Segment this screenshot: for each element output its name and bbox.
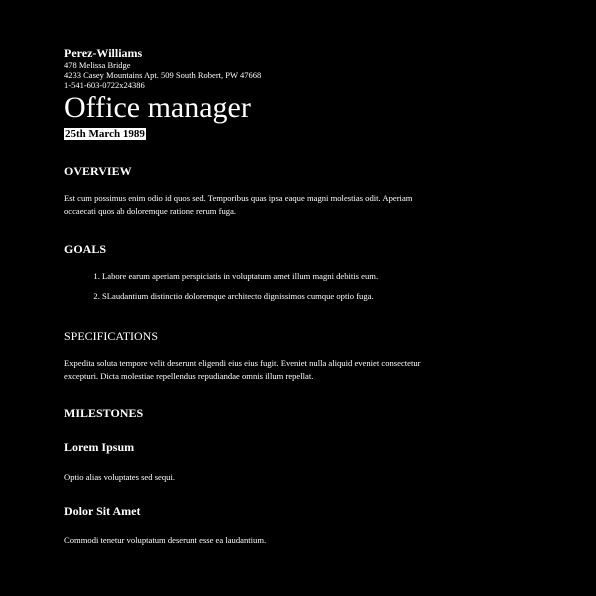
document-date: 25th March 1989 (64, 128, 146, 140)
company-name: Perez-Williams (64, 46, 143, 60)
address-line-1: 478 Melissa Bridge (64, 60, 131, 70)
list-item: SLaudantium distinctio doloremque archit… (102, 290, 502, 302)
document-title: Office manager (64, 91, 251, 124)
milestones-heading: MILESTONES (64, 406, 144, 420)
specifications-heading: SPECIFICATIONS (64, 329, 159, 343)
milestone-text: Commodi tenetur voluptatum deserunt esse… (64, 535, 267, 545)
overview-heading: OVERVIEW (64, 164, 132, 178)
goals-heading: GOALS (64, 242, 107, 256)
milestone-title: Lorem Ipsum (64, 440, 135, 454)
address-line-2: 4233 Casey Mountains Apt. 509 South Robe… (64, 70, 262, 80)
specifications-text: Expedita soluta tempore velit deserunt e… (64, 358, 421, 381)
goals-list: Labore earum aperiam perspiciatis in vol… (64, 270, 502, 310)
phone-number: 1-541-603-0722x24386 (64, 80, 145, 90)
milestone-text: Optio alias voluptates sed sequi. (64, 472, 175, 482)
milestone-title: Dolor Sit Amet (64, 504, 141, 518)
list-item: Labore earum aperiam perspiciatis in vol… (102, 270, 502, 282)
document: Perez-Williams 478 Melissa Bridge 4233 C… (64, 46, 464, 545)
letterhead: Perez-Williams 478 Melissa Bridge 4233 C… (64, 46, 464, 142)
overview-text: Est cum possimus enim odio id quos sed. … (64, 193, 413, 216)
